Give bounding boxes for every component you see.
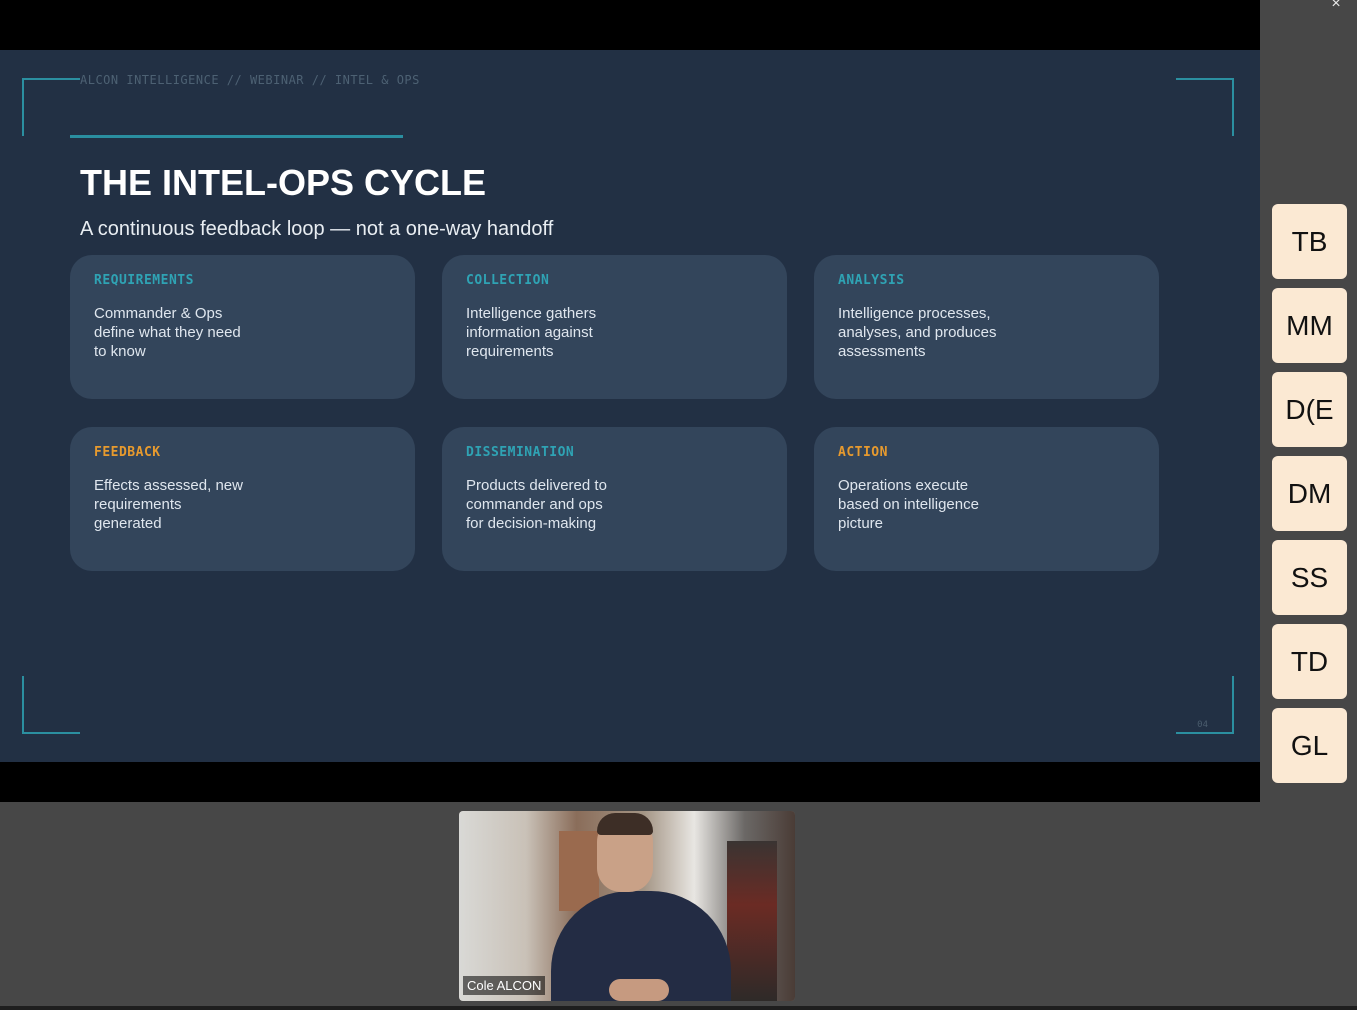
participant-tile-tb[interactable]: TB	[1272, 204, 1347, 279]
slide-title: THE INTEL-OPS CYCLE	[80, 162, 487, 203]
card-analysis: ANALYSIS Intelligence processes, analyse…	[814, 255, 1159, 399]
frame-corner-top-right	[1176, 78, 1234, 136]
speaker-hands	[609, 979, 669, 1001]
slide-breadcrumb: ALCON INTELLIGENCE // WEBINAR // INTEL &…	[80, 73, 420, 87]
card-label: ACTION	[838, 445, 888, 460]
card-text: Products delivered to commander and ops …	[466, 477, 607, 532]
card-label: COLLECTION	[466, 273, 550, 288]
participant-tile-ss[interactable]: SS	[1272, 540, 1347, 615]
card-dissemination: DISSEMINATION Products delivered to comm…	[442, 427, 787, 571]
shared-screen: ALCON INTELLIGENCE // WEBINAR // INTEL &…	[0, 0, 1260, 802]
card-requirements: REQUIREMENTS Commander & Ops define what…	[70, 255, 415, 399]
card-collection: COLLECTION Intelligence gathers informat…	[442, 255, 787, 399]
participant-tile-td[interactable]: TD	[1272, 624, 1347, 699]
card-feedback: FEEDBACK Effects assessed, new requireme…	[70, 427, 415, 571]
close-icon[interactable]: ×	[1326, 0, 1346, 14]
speaker-name-label: Cole ALCON	[463, 976, 546, 995]
frame-corner-bottom-left	[22, 676, 80, 734]
card-text: Effects assessed, new requirements gener…	[94, 477, 243, 532]
speaker-video-tile[interactable]: Cole ALCON	[459, 811, 795, 1001]
participant-tile-mm[interactable]: MM	[1272, 288, 1347, 363]
speaker-hair	[597, 813, 653, 835]
slide-page-number: 04	[1197, 720, 1208, 730]
bottom-edge	[0, 1006, 1357, 1010]
presentation-slide: ALCON INTELLIGENCE // WEBINAR // INTEL &…	[0, 50, 1260, 762]
card-label: ANALYSIS	[838, 273, 905, 288]
video-background-door	[559, 831, 599, 911]
card-text: Intelligence processes, analyses, and pr…	[838, 305, 997, 360]
meeting-window: ALCON INTELLIGENCE // WEBINAR // INTEL &…	[0, 0, 1357, 1010]
title-accent-line	[70, 135, 403, 138]
participant-tile-dm[interactable]: DM	[1272, 456, 1347, 531]
card-text: Operations execute based on intelligence…	[838, 477, 979, 532]
card-text: Intelligence gathers information against…	[466, 305, 597, 360]
card-label: FEEDBACK	[94, 445, 161, 460]
card-text: Commander & Ops define what they need to…	[94, 305, 241, 360]
card-action: ACTION Operations execute based on intel…	[814, 427, 1159, 571]
video-background-shelf	[727, 841, 777, 1001]
participant-tile-de[interactable]: D(E	[1272, 372, 1347, 447]
participant-tile-gl[interactable]: GL	[1272, 708, 1347, 783]
frame-corner-top-left	[22, 78, 80, 136]
card-label: REQUIREMENTS	[94, 273, 194, 288]
card-label: DISSEMINATION	[466, 445, 575, 460]
slide-subtitle: A continuous feedback loop — not a one-w…	[80, 218, 554, 240]
